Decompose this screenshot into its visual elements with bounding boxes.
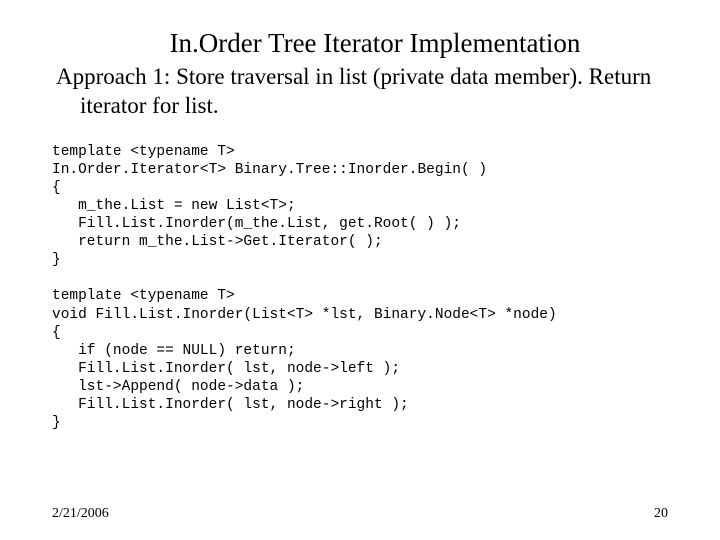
footer-page-number: 20 xyxy=(654,506,668,522)
code-block-2: template <typename T> void Fill.List.Ino… xyxy=(52,287,668,432)
slide-title: In.Order Tree Iterator Implementation xyxy=(82,28,668,59)
footer-date: 2/21/2006 xyxy=(52,506,109,522)
approach-text: Approach 1: Store traversal in list (pri… xyxy=(76,63,668,121)
code-block-1: template <typename T> In.Order.Iterator<… xyxy=(52,143,668,270)
slide-footer: 2/21/2006 20 xyxy=(52,506,668,522)
slide-body: In.Order Tree Iterator Implementation Ap… xyxy=(0,0,720,540)
